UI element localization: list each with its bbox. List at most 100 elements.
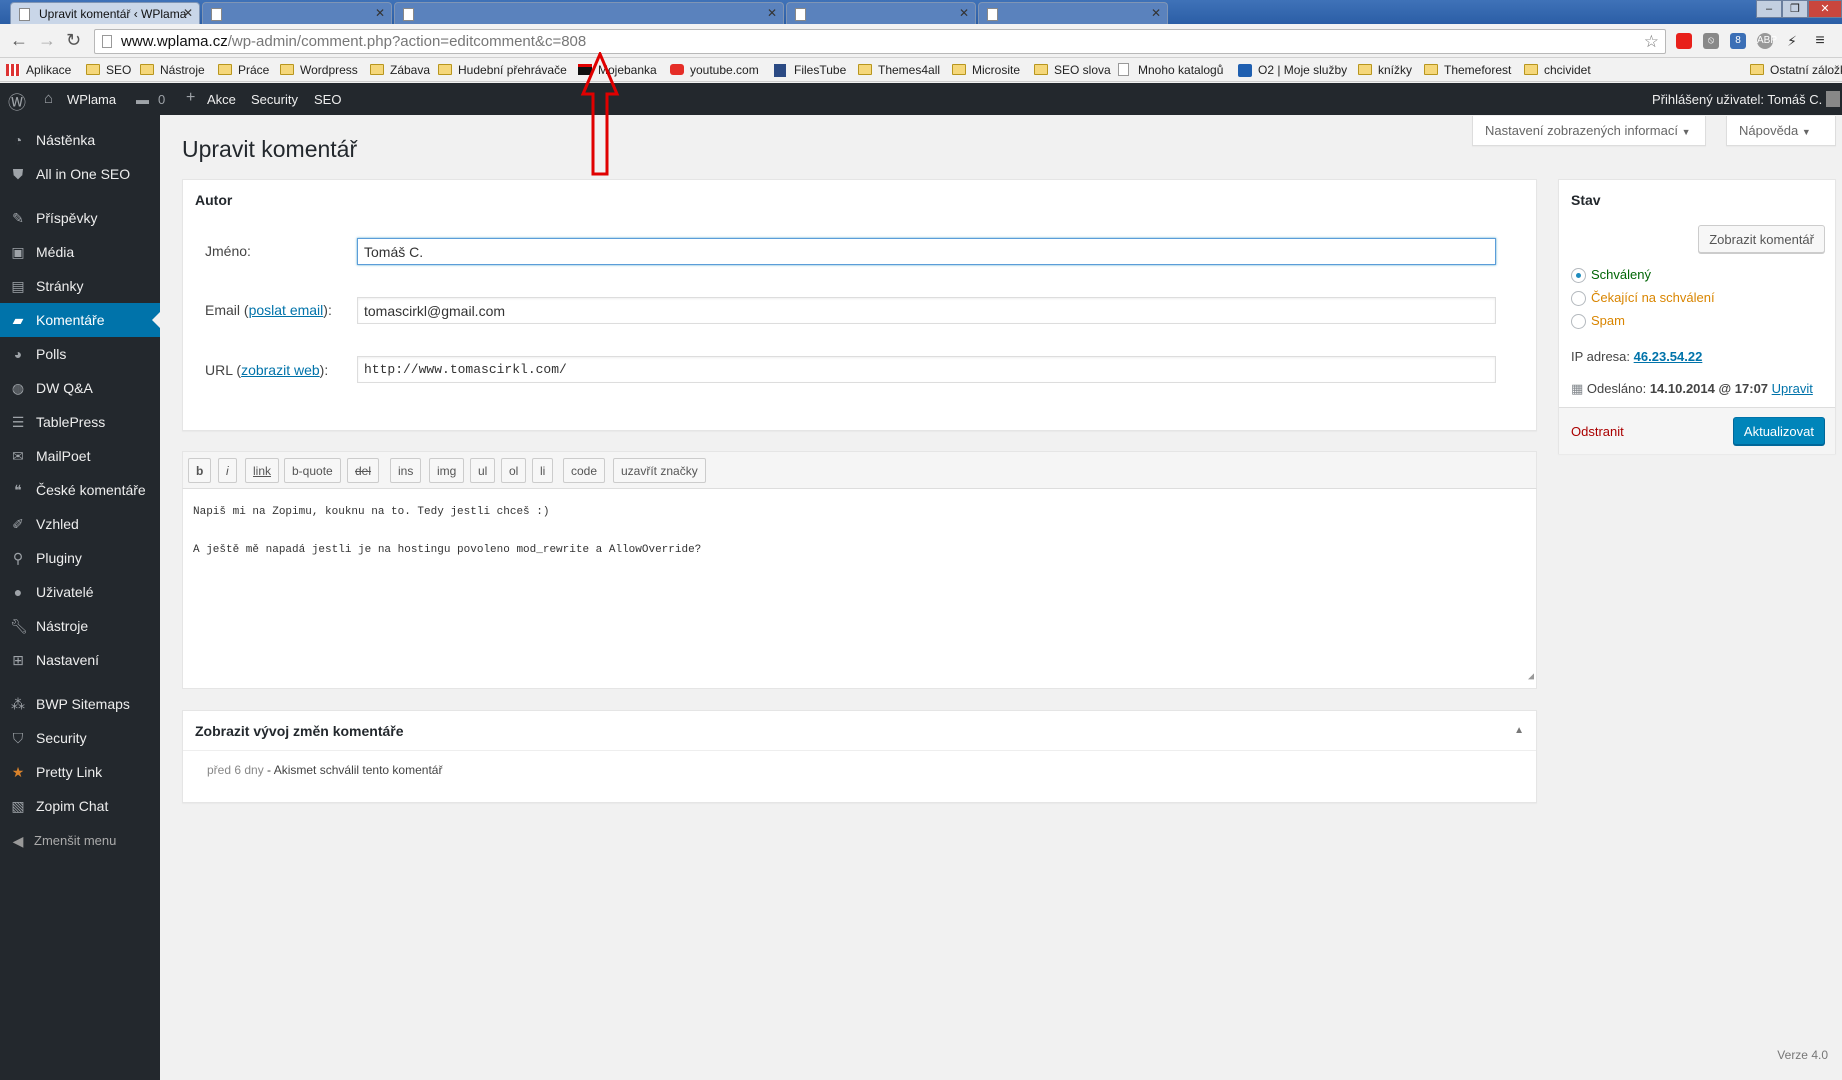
forward-icon[interactable]: → <box>38 30 56 51</box>
extension-blocked-icon[interactable]: ⦸ <box>1703 33 1719 49</box>
status-approved-radio[interactable]: Schválený <box>1571 267 1651 283</box>
address-bar[interactable]: www.wplama.cz/wp-admin/comment.php?actio… <box>94 29 1666 54</box>
menu-item-tools[interactable]: 🔧︎ Nástroje <box>0 609 160 643</box>
menu-item-all-in-one-seo[interactable]: ⛊ All in One SEO <box>0 157 160 191</box>
bookmark-item[interactable]: O2 | Moje služby <box>1238 63 1347 77</box>
bookmark-item[interactable]: SEO <box>86 63 131 77</box>
menu-item-comments[interactable]: ▰ Komentáře <box>0 303 160 337</box>
menu-item-pages[interactable]: ▤ Stránky <box>0 269 160 303</box>
bookmark-item[interactable]: knížky <box>1358 63 1412 77</box>
new-content-link[interactable]: Akce <box>207 92 236 107</box>
lightning-icon[interactable]: ⚡ <box>1784 33 1800 49</box>
security-link[interactable]: Security <box>251 92 298 107</box>
close-icon[interactable]: ✕ <box>183 6 193 20</box>
quicktag-del-button[interactable]: del <box>347 458 380 483</box>
menu-item-users[interactable]: ● Uživatelé <box>0 575 160 609</box>
send-email-link[interactable]: poslat email <box>249 302 324 318</box>
menu-item-pretty-link[interactable]: ★ Pretty Link <box>0 755 160 789</box>
bookmark-item[interactable]: Themeforest <box>1424 63 1511 77</box>
delete-link[interactable]: Odstranit <box>1571 424 1624 439</box>
bookmark-item[interactable]: Práce <box>218 63 269 77</box>
bookmark-item[interactable]: youtube.com <box>670 63 759 77</box>
bookmark-item[interactable]: Mnoho katalogů <box>1118 63 1223 77</box>
bookmark-item[interactable]: FilesTube <box>774 63 846 77</box>
menu-item-plugins[interactable]: ⚲ Pluginy <box>0 541 160 575</box>
email-field[interactable] <box>357 297 1496 324</box>
bookmark-item[interactable]: Microsite <box>952 63 1020 77</box>
adblock-icon[interactable]: ABP <box>1757 33 1777 49</box>
close-icon[interactable]: ✕ <box>959 6 969 20</box>
menu-item-zopim-chat[interactable]: ▧ Zopim Chat <box>0 789 160 823</box>
bookmark-item[interactable]: Zábava <box>370 63 430 77</box>
site-name-link[interactable]: WPlama <box>67 92 116 107</box>
back-icon[interactable]: ← <box>10 30 28 51</box>
quicktag-ul-button[interactable]: ul <box>470 458 496 483</box>
reload-icon[interactable]: ↻ <box>66 30 81 51</box>
maximize-window-button[interactable]: ❐ <box>1782 0 1808 18</box>
bookmark-item[interactable]: chcividet <box>1524 63 1591 77</box>
quicktag-img-button[interactable]: img <box>429 458 465 483</box>
help-button[interactable]: Nápověda ▼ <box>1726 116 1836 146</box>
quicktag-code-button[interactable]: code <box>563 458 606 483</box>
user-greeting[interactable]: Přihlášený uživatel: Tomáš C. <box>1652 92 1822 107</box>
close-window-button[interactable]: ✕ <box>1808 0 1842 18</box>
browser-tab[interactable]: ✕ <box>786 2 976 24</box>
screen-options-button[interactable]: Nastavení zobrazených informací ▼ <box>1472 116 1706 146</box>
url-field[interactable] <box>357 356 1496 383</box>
bookmark-apps[interactable]: Aplikace <box>6 63 71 77</box>
menu-item-posts[interactable]: ✎ Příspěvky <box>0 201 160 235</box>
menu-item-appearance[interactable]: ✐ Vzhled <box>0 507 160 541</box>
ip-address-link[interactable]: 46.23.54.22 <box>1634 349 1703 364</box>
bookmark-item[interactable]: Hudební přehrávače <box>438 63 567 77</box>
menu-item-bwp-sitemaps[interactable]: ⁂ BWP Sitemaps <box>0 687 160 721</box>
status-spam-radio[interactable]: Spam <box>1571 313 1625 329</box>
wordpress-logo-icon[interactable]: Ⓦ <box>8 89 26 115</box>
bookmark-other[interactable]: Ostatní záložky <box>1750 63 1842 77</box>
quicktag-ins-button[interactable]: ins <box>390 458 422 483</box>
bookmark-item[interactable]: Themes4all <box>858 63 940 77</box>
comment-bubble-icon[interactable]: ▬ <box>136 92 149 107</box>
browser-tab[interactable]: ✕ <box>978 2 1168 24</box>
edit-date-link[interactable]: Upravit <box>1772 381 1813 396</box>
close-icon[interactable]: ✕ <box>1151 6 1161 20</box>
collapse-menu-button[interactable]: ◀ Zmenšit menu <box>0 824 160 858</box>
quicktag-li-button[interactable]: li <box>532 458 554 483</box>
browser-tab[interactable]: ✕ <box>394 2 784 24</box>
browser-tab-active[interactable]: Upravit komentář ‹ WPlama ✕ <box>10 2 200 24</box>
menu-item-mailpoet[interactable]: ✉ MailPoet <box>0 439 160 473</box>
menu-item-settings[interactable]: ⊞ Nastavení <box>0 643 160 677</box>
close-icon[interactable]: ✕ <box>767 6 777 20</box>
menu-icon[interactable]: ≡ <box>1812 33 1828 49</box>
bookmark-item[interactable]: SEO slova <box>1034 63 1111 77</box>
name-field[interactable] <box>357 238 1496 265</box>
menu-item-media[interactable]: ▣ Média <box>0 235 160 269</box>
quicktag-bold-button[interactable]: b <box>188 458 212 483</box>
seo-link[interactable]: SEO <box>314 92 341 107</box>
browser-tab[interactable]: ✕ <box>202 2 392 24</box>
extension-red-icon[interactable] <box>1676 33 1692 49</box>
minimize-window-button[interactable]: – <box>1756 0 1782 18</box>
history-box-title[interactable]: Zobrazit vývoj změn komentáře <box>195 723 404 739</box>
quicktag-blockquote-button[interactable]: b-quote <box>284 458 341 483</box>
close-icon[interactable]: ✕ <box>375 6 385 20</box>
bookmark-item[interactable]: Nástroje <box>140 63 205 77</box>
menu-item-security[interactable]: ⛉ Security <box>0 721 160 755</box>
menu-item-dashboard[interactable]: ◔ Nástěnka <box>0 123 160 157</box>
comment-textarea[interactable]: Napiš mi na Zopimu, kouknu na to. Tedy j… <box>182 489 1537 689</box>
status-pending-radio[interactable]: Čekající na schválení <box>1571 290 1715 306</box>
view-comment-button[interactable]: Zobrazit komentář <box>1698 225 1825 253</box>
quicktag-ol-button[interactable]: ol <box>501 458 527 483</box>
update-button[interactable]: Aktualizovat <box>1732 417 1825 445</box>
quicktag-italic-button[interactable]: i <box>218 458 237 483</box>
view-website-link[interactable]: zobrazit web <box>241 362 320 378</box>
comments-count[interactable]: 0 <box>158 92 165 107</box>
quicktag-link-button[interactable]: link <box>245 458 280 483</box>
menu-item-polls[interactable]: ◕ Polls <box>0 337 160 371</box>
menu-item-dw-qa[interactable]: ◍ DW Q&A <box>0 371 160 405</box>
menu-item-czech-comments[interactable]: ❝ České komentáře <box>0 473 160 507</box>
extension-blue-icon[interactable]: 8 <box>1730 33 1746 49</box>
resize-handle-icon[interactable]: ◢ <box>1528 668 1534 687</box>
bookmark-star-icon[interactable]: ☆ <box>1644 30 1659 53</box>
bookmark-item[interactable]: Wordpress <box>280 63 358 77</box>
collapse-toggle-icon[interactable]: ▲ <box>1514 725 1524 736</box>
